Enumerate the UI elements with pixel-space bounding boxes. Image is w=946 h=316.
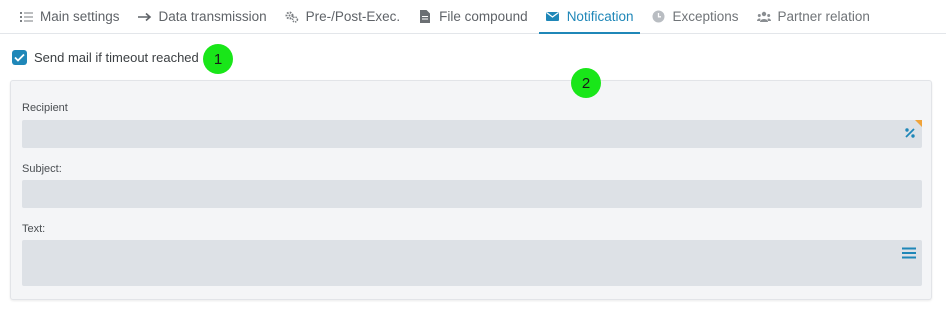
envelope-icon bbox=[546, 10, 560, 24]
tab-label: Notification bbox=[566, 9, 634, 24]
arrow-right-icon bbox=[137, 10, 152, 24]
tab-file-compound[interactable]: File compound bbox=[411, 0, 535, 33]
subject-label: Subject: bbox=[22, 163, 62, 175]
file-icon bbox=[418, 10, 432, 24]
menu-icon[interactable] bbox=[902, 247, 916, 259]
clock-icon bbox=[651, 10, 665, 24]
tab-main-settings[interactable]: Main settings bbox=[12, 0, 127, 33]
gears-icon bbox=[285, 10, 299, 24]
subject-field[interactable] bbox=[22, 180, 922, 208]
annotation-marker-2: 2 bbox=[571, 68, 601, 98]
text-label: Text: bbox=[22, 223, 46, 235]
tab-label: Main settings bbox=[40, 9, 120, 24]
tab-label: File compound bbox=[439, 9, 528, 24]
send-mail-label: Send mail if timeout reached bbox=[34, 49, 199, 65]
tab-label: Data transmission bbox=[158, 9, 267, 24]
tab-label: Partner relation bbox=[777, 9, 870, 24]
variable-insert-icon[interactable] bbox=[904, 127, 916, 139]
tab-data-transmission[interactable]: Data transmission bbox=[131, 0, 274, 33]
tab-notification[interactable]: Notification bbox=[538, 0, 641, 34]
text-field[interactable] bbox=[22, 240, 922, 286]
recipient-field[interactable] bbox=[22, 120, 922, 148]
tab-bar: Main settings Data transmission Pre-/Pos… bbox=[0, 0, 946, 34]
list-icon bbox=[19, 10, 33, 24]
tab-label: Exceptions bbox=[672, 9, 739, 24]
tab-partner-relation[interactable]: Partner relation bbox=[750, 0, 877, 33]
tab-pre-post-exec[interactable]: Pre-/Post-Exec. bbox=[278, 0, 408, 33]
recipient-label: Recipient bbox=[22, 102, 68, 114]
checkmark-icon bbox=[14, 53, 25, 62]
required-indicator bbox=[915, 120, 922, 127]
tab-exceptions[interactable]: Exceptions bbox=[644, 0, 745, 33]
send-mail-checkbox[interactable] bbox=[12, 49, 27, 65]
tab-label: Pre-/Post-Exec. bbox=[305, 9, 401, 24]
send-mail-option[interactable]: Send mail if timeout reached bbox=[12, 49, 199, 65]
notification-form-panel: Recipient Subject: Text: bbox=[10, 80, 932, 300]
annotation-marker-1: 1 bbox=[203, 44, 233, 74]
people-icon bbox=[756, 10, 771, 24]
